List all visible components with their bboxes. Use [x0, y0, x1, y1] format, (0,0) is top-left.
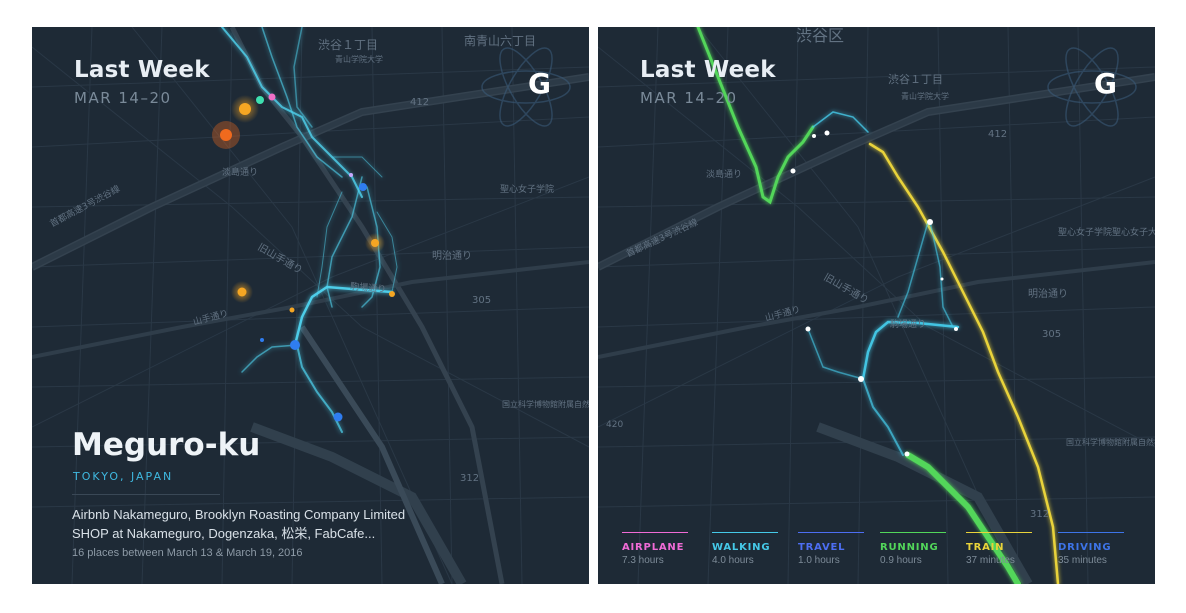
- label-komaba: 駒場通り: [890, 318, 926, 330]
- right-map-card: 渋谷区 渋谷１丁目 青山学院大学 412 淡島通り 首都高速3号渋谷線 聖心女子…: [598, 27, 1155, 584]
- legend-label: AIRPLANE: [622, 542, 685, 553]
- label-minami: 南青山六丁目: [464, 33, 536, 48]
- legend-driving[interactable]: DRIVING 35 minutes: [1058, 532, 1126, 566]
- label-route312: 312: [460, 473, 479, 484]
- label-route312: 312: [1030, 509, 1049, 520]
- legend-value: 37 minutes: [966, 555, 1015, 566]
- label-route420: 420: [606, 420, 623, 430]
- right-map[interactable]: 渋谷区 渋谷１丁目 青山学院大学 412 淡島通り 首都高速3号渋谷線 聖心女子…: [598, 27, 1155, 584]
- legend-line: [966, 532, 1032, 533]
- legend-line: [880, 532, 946, 533]
- label-science: 国立科学博物館附属自然教育園: [502, 399, 589, 409]
- label-seishin: 聖心女子学院聖心女子大学: [1058, 226, 1155, 238]
- label-route305: 305: [1042, 329, 1061, 340]
- label-awashima: 淡島通り: [222, 166, 258, 178]
- legend-value: 35 minutes: [1058, 555, 1107, 566]
- label-aoyama: 青山学院大学: [335, 54, 383, 64]
- legend-label: TRAIN: [966, 542, 1005, 553]
- legend-walking[interactable]: WALKING 4.0 hours: [712, 532, 780, 566]
- legend-line: [1058, 532, 1124, 533]
- legend-line: [712, 532, 778, 533]
- label-meiji: 明治通り: [1028, 287, 1068, 300]
- pink-place-dot: [268, 93, 276, 101]
- label-route412: 412: [410, 97, 429, 108]
- label-science: 国立科学博物館附属自然教育園: [1066, 437, 1155, 447]
- place-region: TOKYO, JAPAN: [73, 470, 174, 483]
- places-summary: 16 places between March 13 & March 19, 2…: [72, 547, 303, 559]
- places-line-1: Airbnb Nakameguro, Brooklyn Roasting Com…: [72, 507, 406, 522]
- date-range: MAR 14–20: [74, 89, 172, 107]
- legend-running[interactable]: RUNNING 0.9 hours: [880, 532, 948, 566]
- legend-value: 7.3 hours: [622, 555, 664, 566]
- places-line-2: SHOP at Nakameguro, Dogenzaka, 松栄, FabCa…: [72, 526, 376, 541]
- legend-airplane[interactable]: AIRPLANE 7.3 hours: [622, 532, 690, 566]
- label-route305: 305: [472, 295, 491, 306]
- legend-label: WALKING: [712, 542, 771, 553]
- legend-line: [798, 532, 864, 533]
- label-shibuya1: 渋谷１丁目: [318, 38, 378, 52]
- card-title: Last Week: [74, 57, 210, 83]
- legend-train[interactable]: TRAIN 37 minutes: [966, 532, 1034, 566]
- label-seishin: 聖心女子学院: [500, 183, 554, 195]
- teal-place-dot: [256, 96, 264, 104]
- legend-value: 0.9 hours: [880, 555, 922, 566]
- label-awashima: 淡島通り: [706, 168, 742, 180]
- legend-travel[interactable]: TRAVEL 1.0 hours: [798, 532, 866, 566]
- date-range: MAR 14–20: [640, 89, 738, 107]
- app-logo[interactable]: G: [1094, 67, 1117, 100]
- divider: [72, 494, 220, 495]
- activity-legend: AIRPLANE 7.3 hours WALKING 4.0 hours TRA…: [622, 532, 1130, 572]
- label-route412: 412: [988, 129, 1007, 140]
- legend-value: 4.0 hours: [712, 555, 754, 566]
- left-map-card: 渋谷１丁目 南青山六丁目 青山学院大学 412 淡島通り 首都高速3号渋谷線 聖…: [32, 27, 589, 584]
- places-list: Airbnb Nakameguro, Brooklyn Roasting Com…: [72, 505, 512, 543]
- legend-value: 1.0 hours: [798, 555, 840, 566]
- label-aoyama: 青山学院大学: [901, 91, 949, 101]
- label-ward: 渋谷区: [796, 27, 844, 45]
- legend-label: DRIVING: [1058, 542, 1112, 553]
- place-name: Meguro-ku: [72, 427, 261, 463]
- left-map[interactable]: 渋谷１丁目 南青山六丁目 青山学院大学 412 淡島通り 首都高速3号渋谷線 聖…: [32, 27, 589, 584]
- label-shibuya1: 渋谷１丁目: [888, 73, 943, 86]
- legend-line: [622, 532, 688, 533]
- legend-label: RUNNING: [880, 542, 939, 553]
- label-meiji: 明治通り: [432, 249, 472, 262]
- legend-label: TRAVEL: [798, 542, 846, 553]
- app-logo[interactable]: G: [528, 67, 551, 100]
- card-title: Last Week: [640, 57, 776, 83]
